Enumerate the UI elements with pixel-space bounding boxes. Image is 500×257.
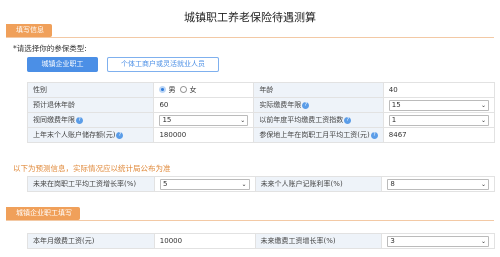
insured-type-flexible-button[interactable]: 个体工商户或灵活就业人员 xyxy=(107,57,219,72)
chevron-down-icon: ⌄ xyxy=(480,101,486,109)
section-tab-info: 填写信息 xyxy=(6,24,52,37)
gender-radio-group: 男女 xyxy=(153,82,255,98)
monthly-wage-field[interactable]: 10000 xyxy=(153,233,256,249)
gender-female-label: 女 xyxy=(189,86,197,94)
forecast-account-rate-value: 8 xyxy=(390,179,395,188)
section-tab-employee: 城镇企业职工填写 xyxy=(6,207,80,220)
deemed-years-value: 15 xyxy=(162,115,172,124)
prev-index-label-cell: 以前年度平均缴费工资指数? xyxy=(253,112,384,128)
question-circle-icon[interactable]: ? xyxy=(370,132,378,139)
deemed-years-label: 视同缴费年限 xyxy=(33,116,75,124)
retire-age-field[interactable]: 60 xyxy=(153,97,255,113)
local-avg-wage-label-cell: 参保地上年在岗职工月平均工资(元)? xyxy=(253,127,384,143)
forecast-account-rate-select[interactable]: 8 ⌄ xyxy=(387,178,489,190)
forecast-account-rate-label: 未来个人账户记账利率(%) xyxy=(254,176,383,192)
table-row: 性别 男女 年龄 40 xyxy=(26,82,496,98)
account-balance-label: 上年末个人账户储存额(元) xyxy=(33,131,116,139)
question-circle-icon[interactable]: ? xyxy=(344,117,352,124)
account-balance-field[interactable]: 180000 xyxy=(153,127,255,143)
monthly-wage-label: 本年月缴费工资(元) xyxy=(27,233,155,249)
deemed-years-label-cell: 视同缴费年限? xyxy=(26,112,155,128)
forecast-wage-growth-label: 未来在岗职工平均工资增长率(%) xyxy=(27,176,155,192)
actual-years-label: 实际缴费年限 xyxy=(259,101,302,109)
forecast-wage-growth-select[interactable]: 5 ⌄ xyxy=(159,178,250,190)
gender-female-radio[interactable] xyxy=(180,86,188,93)
actual-years-label-cell: 实际缴费年限? xyxy=(253,97,384,113)
table-row: 上年末个人账户储存额(元)? 180000 参保地上年在岗职工月平均工资(元)?… xyxy=(26,127,496,143)
chevron-down-icon: ⌄ xyxy=(241,180,247,188)
chevron-down-icon: ⌄ xyxy=(480,180,486,188)
prev-index-label: 以前年度平均缴费工资指数 xyxy=(259,116,344,124)
question-circle-icon[interactable]: ? xyxy=(76,117,83,124)
actual-years-value: 15 xyxy=(391,100,401,109)
section-divider xyxy=(6,37,494,38)
employee-table: 本年月缴费工资(元) 10000 未来缴费工资增长率(%) 3 ⌄ xyxy=(27,233,495,249)
forecast-table: 未来在岗职工平均工资增长率(%) 5 ⌄ 未来个人账户记账利率(%) 8 ⌄ xyxy=(27,176,495,192)
local-avg-wage-field[interactable]: 8467 xyxy=(382,127,496,143)
chevron-down-icon: ⌄ xyxy=(240,116,246,124)
deemed-years-select[interactable]: 15 ⌄ xyxy=(159,114,249,126)
age-label: 年龄 xyxy=(253,82,384,98)
chevron-down-icon: ⌄ xyxy=(480,237,486,245)
insured-type-enterprise-button[interactable]: 城镇企业职工 xyxy=(27,57,98,72)
actual-years-select[interactable]: 15 ⌄ xyxy=(388,99,489,111)
account-balance-label-cell: 上年末个人账户储存额(元)? xyxy=(26,127,155,143)
gender-male-label: 男 xyxy=(168,86,176,94)
question-circle-icon[interactable]: ? xyxy=(302,102,310,109)
local-avg-wage-label: 参保地上年在岗职工月平均工资(元) xyxy=(259,131,370,139)
chevron-down-icon: ⌄ xyxy=(480,116,486,124)
table-row: 未来在岗职工平均工资增长率(%) 5 ⌄ 未来个人账户记账利率(%) 8 ⌄ xyxy=(27,176,495,192)
prev-index-select[interactable]: 1 ⌄ xyxy=(388,114,489,126)
gender-label: 性别 xyxy=(26,82,155,98)
section-divider xyxy=(6,220,494,221)
page-title: 城镇职工养老保险待遇测算 xyxy=(184,11,316,24)
employee-wage-growth-value: 3 xyxy=(390,236,395,245)
forecast-note: 以下为预测信息，实际情况应以统计局公布为准 xyxy=(13,164,171,173)
retire-age-label: 预计退休年龄 xyxy=(26,97,155,113)
table-row: 本年月缴费工资(元) 10000 未来缴费工资增长率(%) 3 ⌄ xyxy=(27,233,495,249)
table-row: 预计退休年龄 60 实际缴费年限? 15 ⌄ xyxy=(26,97,496,113)
basic-info-table: 性别 男女 年龄 40 预计退休年龄 60 实际缴费年限? 15 ⌄ 视同缴费年限… xyxy=(26,82,496,143)
employee-wage-growth-select[interactable]: 3 ⌄ xyxy=(387,235,489,247)
question-circle-icon[interactable]: ? xyxy=(116,132,124,139)
age-field[interactable]: 40 xyxy=(382,82,496,98)
prev-index-value: 1 xyxy=(391,115,397,124)
table-row: 视同缴费年限? 15 ⌄ 以前年度平均缴费工资指数? 1 ⌄ xyxy=(26,112,496,128)
forecast-wage-growth-value: 5 xyxy=(162,179,168,188)
gender-male-radio[interactable] xyxy=(159,86,167,93)
insured-type-label: *请选择你的参保类型: xyxy=(13,44,87,53)
employee-wage-growth-label: 未来缴费工资增长率(%) xyxy=(254,233,383,249)
